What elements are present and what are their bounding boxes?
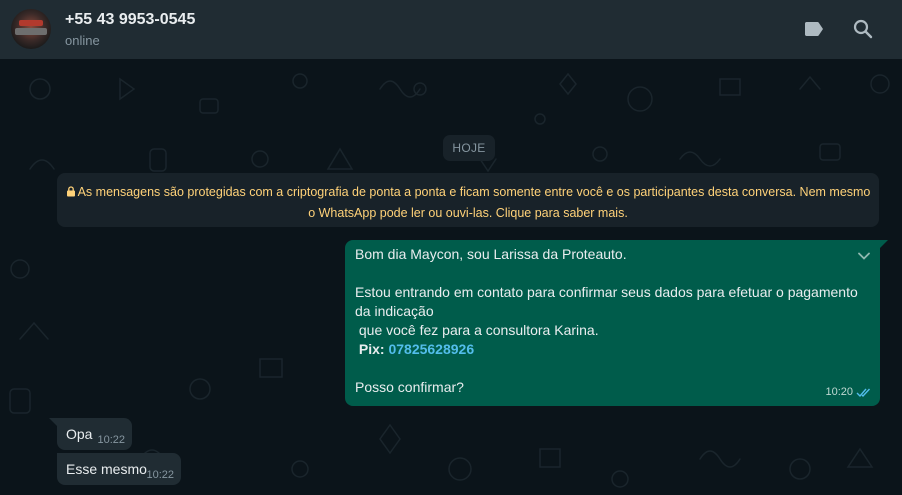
label-icon[interactable] [802,17,826,41]
message-time: 10:22 [146,469,174,481]
message-time: 10:22 [97,434,125,446]
chat-header: +55 43 9953-0545 online [0,0,902,59]
lock-icon [66,186,75,197]
incoming-message[interactable]: Esse mesmo 10:22 [57,453,181,485]
contact-status: online [65,33,100,48]
outgoing-message[interactable]: Bom dia Maycon, sou Larissa da Proteauto… [345,240,888,406]
encryption-notice[interactable]: As mensagens são protegidas com a cripto… [57,173,879,227]
message-time: 10:20 [825,386,853,398]
encryption-notice-line1: As mensagens são protegidas com a cripto… [77,185,871,199]
message-line: Estou entrando em contato para confirmar… [355,284,858,300]
read-ticks-icon [856,388,871,398]
message-line: que você fez para a consultora Karina. [355,322,599,338]
chat-area[interactable]: HOJE As mensagens são protegidas com a c… [0,59,902,495]
chevron-down-icon[interactable] [856,248,872,264]
encryption-notice-line2: o WhatsApp pode ler ou ouvi-las. Clique … [308,206,628,220]
message-line: Posso confirmar? [355,379,464,395]
message-line: Bom dia Maycon, sou Larissa da Proteauto… [355,246,627,262]
contact-avatar[interactable] [11,9,51,49]
incoming-message[interactable]: Opa 10:22 [49,418,132,450]
message-text: Esse mesmo [66,461,147,477]
pix-label: Pix: [355,341,385,357]
message-line: da indicação [355,303,434,319]
date-chip: HOJE [443,135,495,161]
contact-name[interactable]: +55 43 9953-0545 [65,11,195,29]
pix-number-link[interactable]: 07825628926 [388,341,474,357]
search-icon[interactable] [851,17,875,41]
message-text: Opa [66,426,93,442]
message-meta: 10:20 [825,383,872,402]
